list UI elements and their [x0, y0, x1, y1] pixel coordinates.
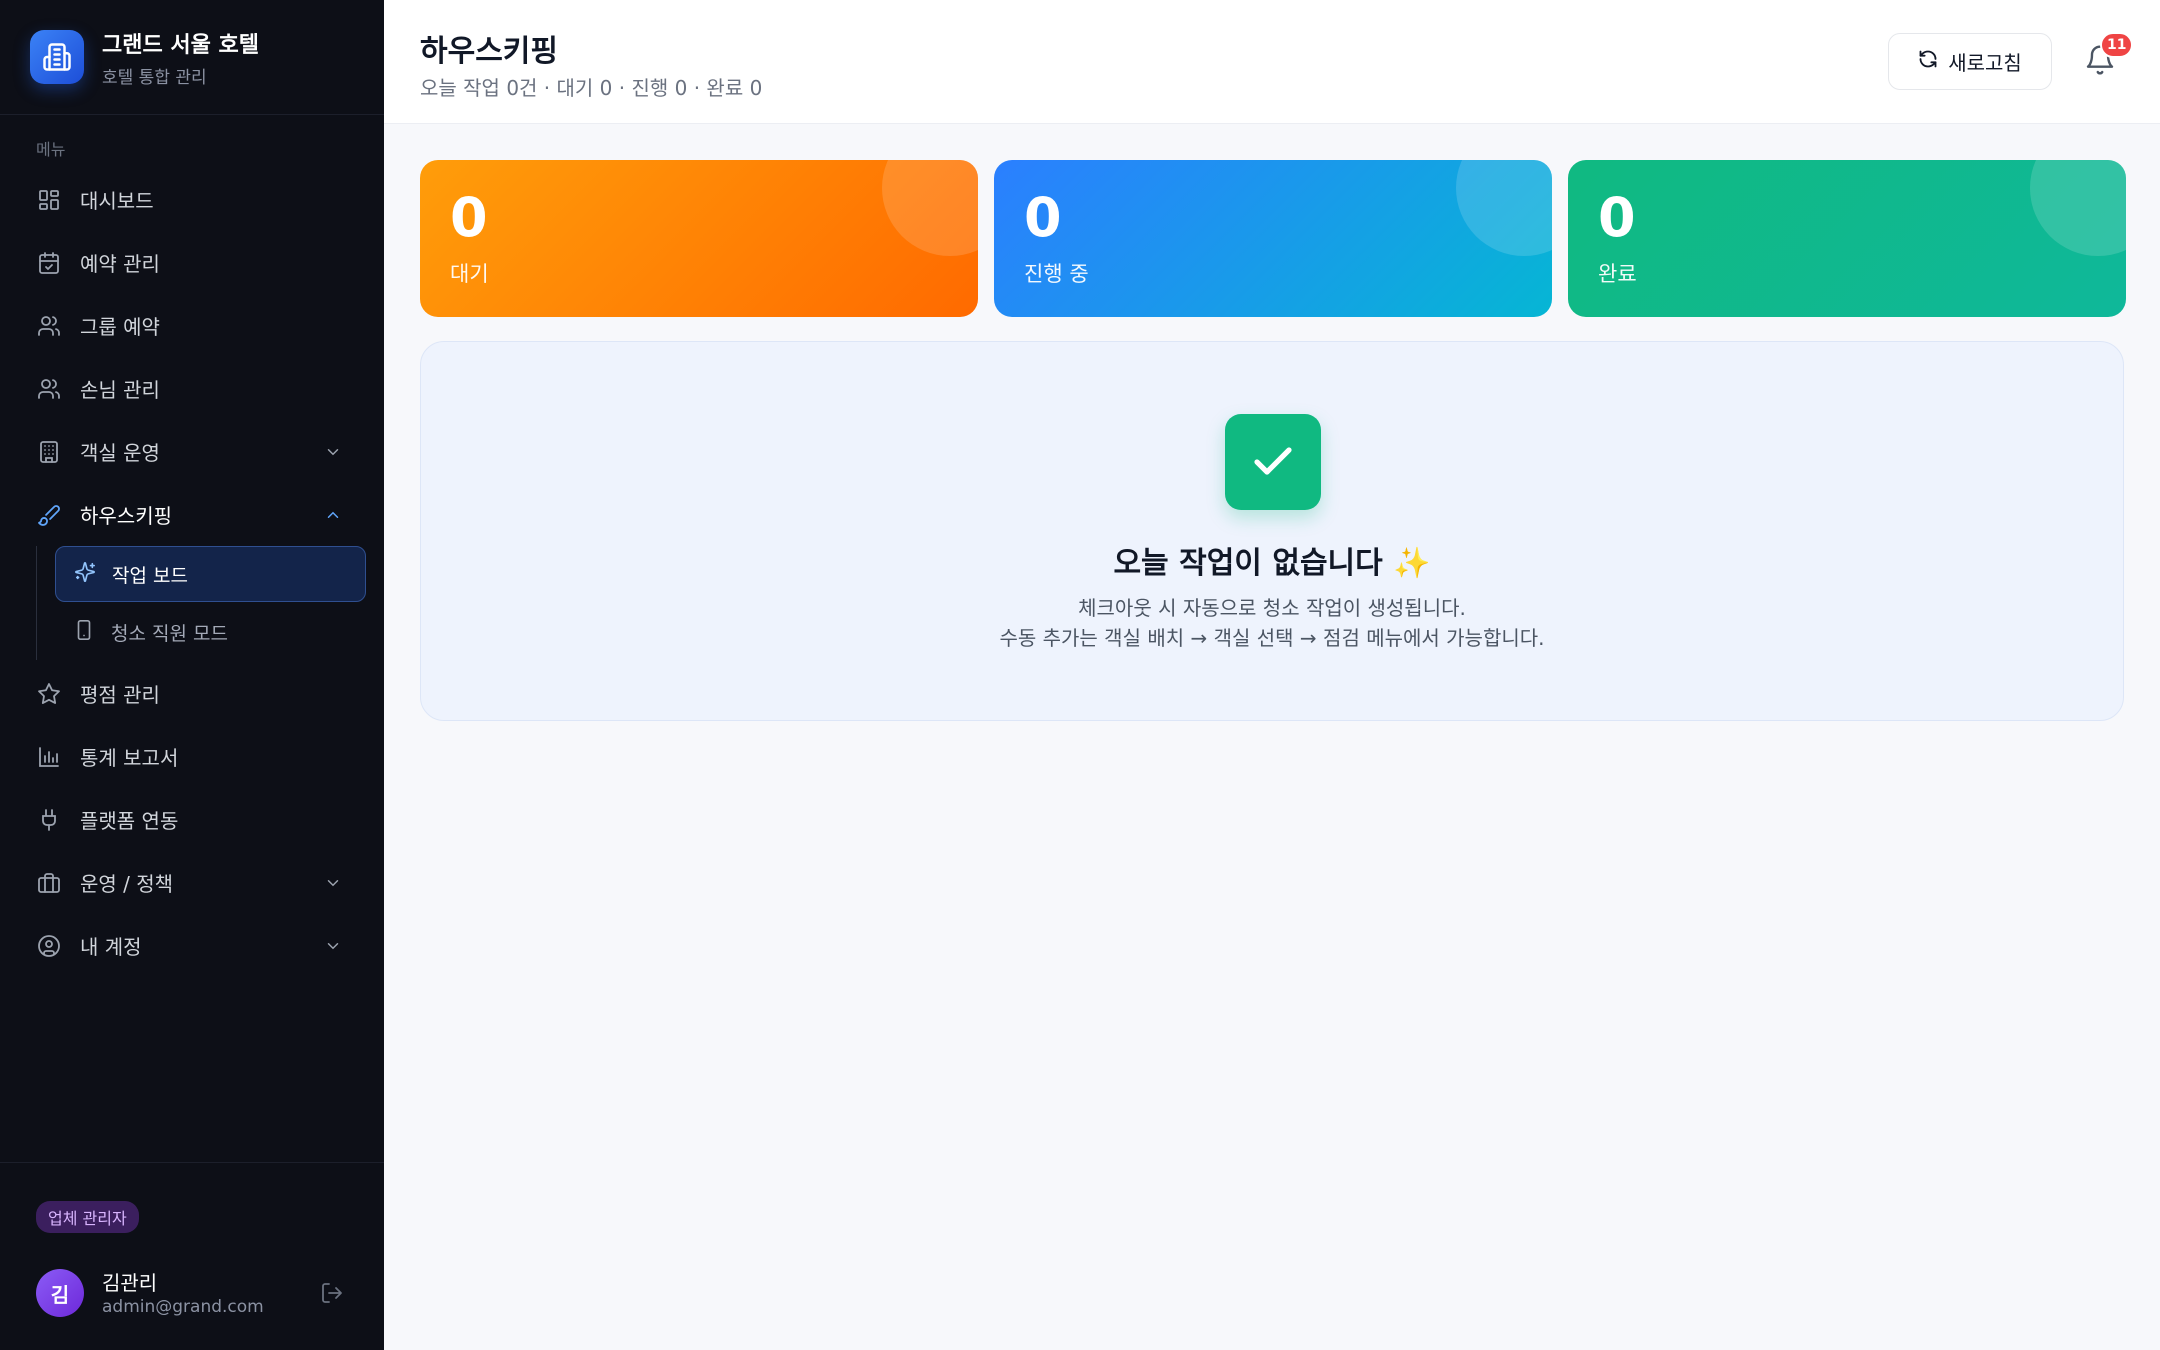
brush-icon [36, 502, 62, 528]
sidebar-item-room-operations[interactable]: 객실 운영 [0, 420, 384, 483]
card-decoration [1456, 160, 1552, 256]
sidebar-item-dashboard[interactable]: 대시보드 [0, 168, 384, 231]
sidebar-item-label: 하우스키핑 [80, 504, 172, 528]
stat-value: 0 [1598, 186, 1636, 249]
stat-value: 0 [1024, 186, 1062, 249]
sidebar-item-group-reservations[interactable]: 그룹 예약 [0, 294, 384, 357]
chevron-down-icon [324, 442, 342, 466]
card-decoration [882, 160, 978, 256]
user-email: admin@grand.com [102, 1297, 264, 1317]
bar-chart-icon [36, 744, 62, 770]
sidebar-item-label: 그룹 예약 [80, 315, 160, 339]
sidebar: 그랜드 서울 호텔 호텔 통합 관리 메뉴 대시보드 예약 관리 그룹 예약 손… [0, 0, 384, 1350]
sidebar-item-label: 손님 관리 [80, 378, 160, 402]
sidebar-item-label: 통계 보고서 [80, 746, 179, 770]
building-icon [36, 439, 62, 465]
sidebar-item-label: 평점 관리 [80, 683, 160, 707]
stat-label: 진행 중 [1024, 262, 1089, 286]
sidebar-item-reservations[interactable]: 예약 관리 [0, 231, 384, 294]
users-icon [36, 376, 62, 402]
stat-label: 대기 [450, 262, 489, 286]
housekeeping-submenu: 작업 보드 청소 직원 모드 [36, 546, 384, 660]
stat-card-waiting[interactable]: 0 대기 [420, 160, 978, 317]
sidebar-item-ratings[interactable]: 평점 관리 [0, 662, 384, 725]
empty-state-description: 체크아웃 시 자동으로 청소 작업이 생성됩니다. [1078, 596, 1466, 620]
sidebar-nav: 대시보드 예약 관리 그룹 예약 손님 관리 객실 운영 하우스키핑 작업 보드… [0, 168, 384, 977]
sidebar-item-operations-policy[interactable]: 운영 / 정책 [0, 851, 384, 914]
logout-icon[interactable] [320, 1281, 344, 1309]
card-decoration [2030, 160, 2126, 256]
star-icon [36, 681, 62, 707]
page-title: 하우스키핑 [420, 34, 558, 69]
brand-title: 그랜드 서울 호텔 [102, 32, 259, 58]
notification-badge: 11 [2100, 32, 2134, 58]
check-icon [1225, 414, 1321, 510]
chevron-down-icon [324, 873, 342, 897]
sidebar-item-housekeeping[interactable]: 하우스키핑 [0, 483, 384, 546]
sidebar-subitem-task-board[interactable]: 작업 보드 [55, 546, 366, 602]
sparkles-icon [74, 561, 96, 588]
refresh-icon [1918, 49, 1938, 75]
sidebar-item-label: 플랫폼 연동 [80, 809, 179, 833]
page-header: 하우스키핑 오늘 작업 0건 · 대기 0 · 진행 0 · 완료 0 새로고침… [384, 0, 2160, 124]
refresh-label: 새로고침 [1948, 53, 2022, 75]
hotel-building-icon [30, 30, 84, 84]
briefcase-icon [36, 870, 62, 896]
sidebar-item-label: 내 계정 [80, 935, 142, 959]
user-name: 김관리 [102, 1271, 158, 1295]
sidebar-subitem-label: 작업 보드 [112, 564, 188, 587]
avatar[interactable]: 김 [36, 1269, 84, 1317]
sidebar-item-guests[interactable]: 손님 관리 [0, 357, 384, 420]
sidebar-subitem-cleaner-mode[interactable]: 청소 직원 모드 [55, 604, 366, 660]
empty-state: 오늘 작업이 없습니다 ✨ 체크아웃 시 자동으로 청소 작업이 생성됩니다. … [420, 341, 2124, 721]
refresh-button[interactable]: 새로고침 [1888, 33, 2052, 90]
chevron-down-icon [324, 936, 342, 960]
sidebar-item-statistics[interactable]: 통계 보고서 [0, 725, 384, 788]
sidebar-item-my-account[interactable]: 내 계정 [0, 914, 384, 977]
phone-icon [73, 619, 95, 646]
menu-section-label: 메뉴 [36, 140, 66, 159]
empty-state-title: 오늘 작업이 없습니다 ✨ [1113, 546, 1431, 581]
calendar-check-icon [36, 250, 62, 276]
brand-subtitle: 호텔 통합 관리 [102, 67, 207, 88]
users-icon [36, 313, 62, 339]
chevron-up-icon [324, 505, 342, 529]
stat-value: 0 [450, 186, 488, 249]
stat-card-completed[interactable]: 0 완료 [1568, 160, 2126, 317]
stat-label: 완료 [1598, 262, 1637, 286]
sidebar-subitem-label: 청소 직원 모드 [111, 622, 228, 645]
sidebar-item-platform-integration[interactable]: 플랫폼 연동 [0, 788, 384, 851]
sidebar-item-label: 예약 관리 [80, 252, 160, 276]
brand[interactable]: 그랜드 서울 호텔 호텔 통합 관리 [0, 0, 384, 115]
grid-icon [36, 187, 62, 213]
user-circle-icon [36, 933, 62, 959]
stat-card-in-progress[interactable]: 0 진행 중 [994, 160, 1552, 317]
empty-state-hint: 수동 추가는 객실 배치 → 객실 선택 → 점검 메뉴에서 가능합니다. [999, 626, 1545, 650]
sidebar-item-label: 대시보드 [80, 189, 154, 213]
sidebar-item-label: 운영 / 정책 [80, 872, 174, 896]
role-badge: 업체 관리자 [36, 1201, 139, 1233]
page-subtitle: 오늘 작업 0건 · 대기 0 · 진행 0 · 완료 0 [420, 76, 763, 100]
plug-icon [36, 807, 62, 833]
sidebar-item-label: 객실 운영 [80, 441, 160, 465]
sidebar-footer: 업체 관리자 김 김관리 admin@grand.com [0, 1162, 384, 1350]
